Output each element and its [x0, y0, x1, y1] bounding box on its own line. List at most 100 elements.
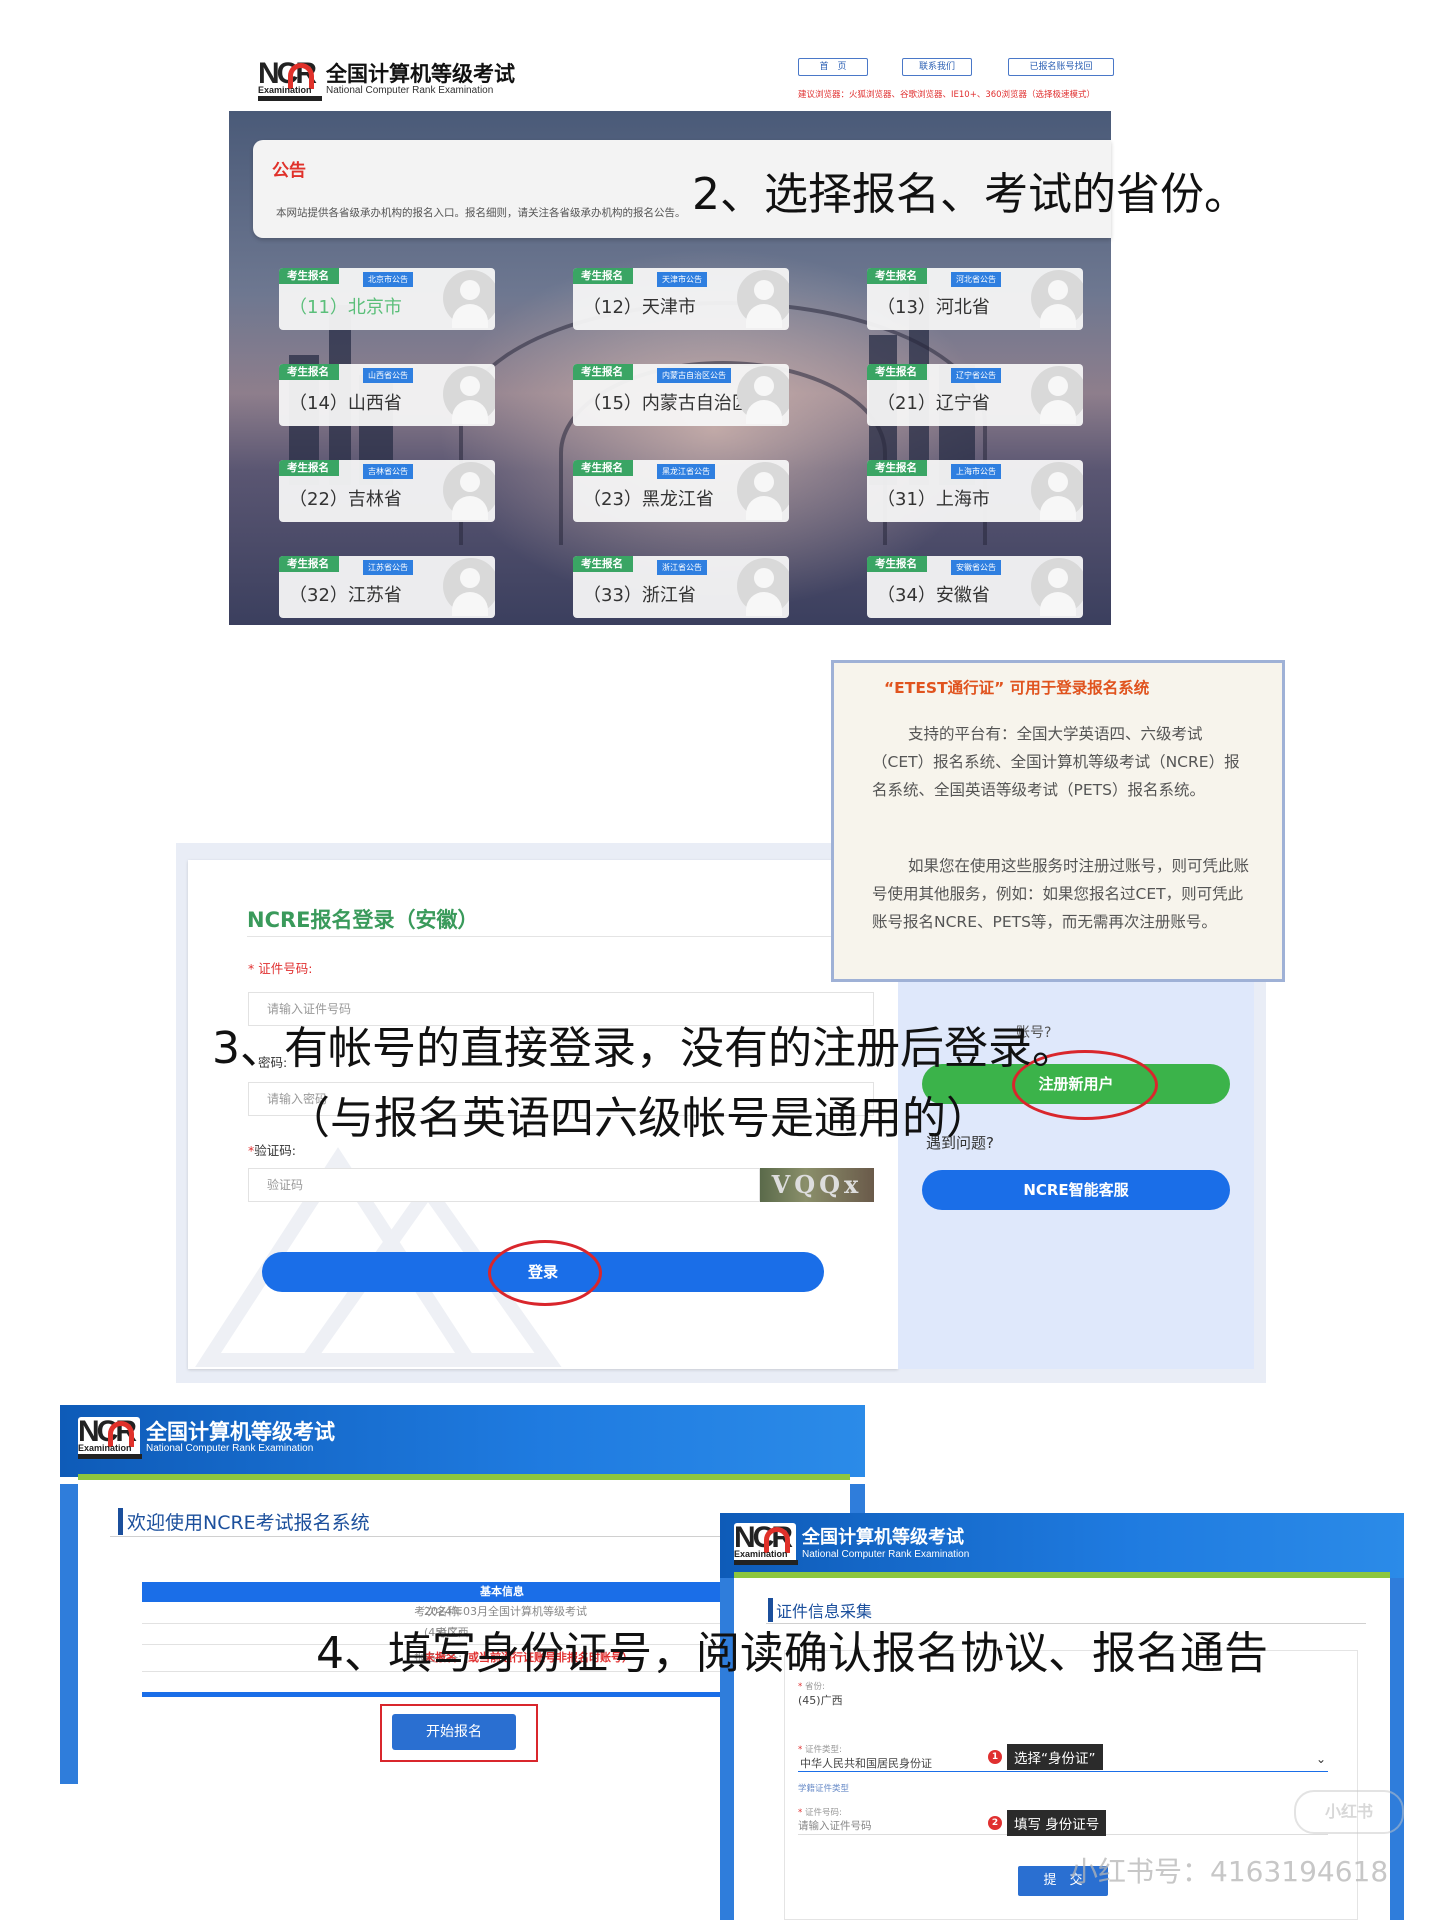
welcome-header: NCR Examination 全国计算机等级考试 National Compu…: [60, 1405, 865, 1477]
register-tag[interactable]: 考生报名: [573, 556, 633, 572]
province-card[interactable]: 考生报名 黑龙江省公告 （23）黑龙江省: [573, 460, 789, 522]
ncre-logo-icon: NCR Examination: [258, 57, 322, 101]
register-tag[interactable]: 考生报名: [867, 556, 927, 572]
ncre-logo-icon: NCR Examination: [78, 1415, 142, 1459]
avatar-icon: [737, 270, 789, 328]
highlight-box-start: [380, 1704, 538, 1762]
login-title: NCRE报名登录（安徽）: [247, 908, 479, 932]
avatar-icon: [1031, 462, 1083, 520]
register-tag[interactable]: 考生报名: [573, 364, 633, 380]
site-subtitle: National Computer Rank Examination: [802, 1548, 970, 1560]
province-notice-tag[interactable]: 黑龙江省公告: [657, 464, 715, 479]
province-value[interactable]: (45)广西: [798, 1692, 843, 1708]
province-card[interactable]: 考生报名 辽宁省公告 （21）辽宁省: [867, 364, 1083, 426]
avatar-icon: [1031, 366, 1083, 424]
frame-border: [60, 1484, 78, 1784]
step3-annotation: 3、有帐号的直接登录，没有的注册后登录。: [212, 1023, 1076, 1074]
province-name: （33）浙江省: [583, 585, 696, 606]
select-underline: [798, 1771, 1328, 1772]
welcome-title: 欢迎使用NCRE考试报名系统: [118, 1508, 370, 1535]
province-card[interactable]: 考生报名 天津市公告 （12）天津市: [573, 268, 789, 330]
province-card[interactable]: 考生报名 安徽省公告 （34）安徽省: [867, 556, 1083, 618]
avatar-icon: [737, 462, 789, 520]
province-card[interactable]: 考生报名 内蒙古自治区公告 （15）内蒙古自治区: [573, 364, 789, 426]
captcha-image[interactable]: VQQx: [760, 1168, 874, 1202]
green-strip: [734, 1572, 1390, 1578]
province-card[interactable]: 考生报名 上海市公告 （31）上海市: [867, 460, 1083, 522]
register-tag[interactable]: 考生报名: [573, 460, 633, 476]
avatar-icon: [737, 558, 789, 616]
captcha-input[interactable]: 验证码: [248, 1168, 760, 1202]
register-tag[interactable]: 考生报名: [279, 268, 339, 284]
chevron-down-icon[interactable]: ⌄: [1316, 1752, 1326, 1766]
province-name: （22）吉林省: [289, 489, 402, 510]
top-nav: 首 页 联系我们 已报名账号找回: [798, 58, 1118, 78]
register-tag[interactable]: 考生报名: [279, 364, 339, 380]
register-tag[interactable]: 考生报名: [279, 460, 339, 476]
site-subtitle: National Computer Rank Examination: [326, 84, 494, 96]
ncre-logo-icon: NCR Examination: [734, 1521, 798, 1565]
avatar-icon: [737, 366, 789, 424]
notice-text: 本网站提供各省级承办机构的报名入口。报名细则，请关注各省级承办机构的报名公告。: [276, 207, 686, 219]
province-notice-tag[interactable]: 安徽省公告: [951, 560, 1001, 575]
province-card[interactable]: 考生报名 河北省公告 （13）河北省: [867, 268, 1083, 330]
province-notice-tag[interactable]: 北京市公告: [363, 272, 413, 287]
province-notice-tag[interactable]: 江苏省公告: [363, 560, 413, 575]
browser-tip: 建议浏览器：火狐浏览器、谷歌浏览器、IE10+、360浏览器（选择极速模式）: [798, 90, 1096, 100]
avatar-icon: [443, 366, 495, 424]
province-notice-tag[interactable]: 辽宁省公告: [951, 368, 1001, 383]
idtype-label: * 证件类型:: [798, 1745, 842, 1755]
province-notice-tag[interactable]: 山西省公告: [363, 368, 413, 383]
idnum-label: * 证件号码:: [798, 1808, 842, 1818]
watermark: 小红书号：4163194618: [1070, 1855, 1389, 1888]
register-tag[interactable]: 考生报名: [867, 268, 927, 284]
province-notice-tag[interactable]: 上海市公告: [951, 464, 1001, 479]
province-name: （23）黑龙江省: [583, 489, 714, 510]
nav-contact[interactable]: 联系我们: [902, 58, 972, 76]
province-card[interactable]: 考生报名 山西省公告 （14）山西省: [279, 364, 495, 426]
province-card[interactable]: 考生报名 江苏省公告 （32）江苏省: [279, 556, 495, 618]
smart-service-button[interactable]: NCRE智能客服: [922, 1170, 1230, 1210]
notice-title: 公告: [272, 161, 306, 181]
avatar-icon: [443, 558, 495, 616]
avatar-icon: [1031, 558, 1083, 616]
province-name: （14）山西省: [289, 393, 402, 414]
register-tag[interactable]: 考生报名: [573, 268, 633, 284]
province-card[interactable]: 考生报名 北京市公告 （11）北京市: [279, 268, 495, 330]
step4-annotation: 4、填写身份证号，阅读确认报名协议、报名通告: [316, 1628, 1268, 1679]
province-card[interactable]: 考生报名 浙江省公告 （33）浙江省: [573, 556, 789, 618]
province-name: （31）上海市: [877, 489, 990, 510]
nav-home[interactable]: 首 页: [798, 58, 868, 76]
step2-callout: 2 填写 身份证号: [988, 1810, 1107, 1836]
step1-callout: 1 选择“身份证”: [988, 1744, 1103, 1770]
province-notice-tag[interactable]: 浙江省公告: [657, 560, 707, 575]
site-subtitle: National Computer Rank Examination: [146, 1442, 314, 1454]
step3-annotation-note: （与报名英语四六级帐号是通用的）: [286, 1093, 990, 1144]
province-card[interactable]: 考生报名 吉林省公告 （22）吉林省: [279, 460, 495, 522]
site-title: 全国计算机等级考试: [802, 1526, 964, 1548]
province-name: （11）北京市: [289, 297, 402, 318]
frame-border: [1390, 1578, 1404, 1920]
province-notice-tag[interactable]: 天津市公告: [657, 272, 707, 287]
register-tag[interactable]: 考生报名: [867, 364, 927, 380]
nav-account-recovery[interactable]: 已报名账号找回: [1008, 58, 1114, 76]
province-name: （13）河北省: [877, 297, 990, 318]
province-notice-tag[interactable]: 吉林省公告: [363, 464, 413, 479]
popup-paragraph-1: 支持的平台有：全国大学英语四、六级考试（CET）报名系统、全国计算机等级考试（N…: [872, 725, 1240, 799]
register-tag[interactable]: 考生报名: [867, 460, 927, 476]
province-notice-tag[interactable]: 内蒙古自治区公告: [657, 368, 731, 383]
province-label: * 省份:: [798, 1682, 825, 1692]
step2-annotation: 2、选择报名、考试的省份。: [692, 169, 1248, 220]
avatar-icon: [1031, 270, 1083, 328]
site-title: 全国计算机等级考试: [146, 1419, 335, 1444]
cert-header: NCR Examination 全国计算机等级考试 National Compu…: [720, 1513, 1404, 1579]
province-name: （32）江苏省: [289, 585, 402, 606]
idnum-input[interactable]: 请输入证件号码: [798, 1818, 872, 1833]
popup-title: “ETEST通行证” 可用于登录报名系统: [884, 679, 1150, 697]
idtype-select[interactable]: 中华人民共和国居民身份证: [800, 1755, 932, 1771]
province-notice-tag[interactable]: 河北省公告: [951, 272, 1001, 287]
green-strip: [78, 1474, 850, 1480]
province-name: （34）安徽省: [877, 585, 990, 606]
register-tag[interactable]: 考生报名: [279, 556, 339, 572]
xiaohongshu-logo-icon: 小红书: [1294, 1790, 1404, 1834]
